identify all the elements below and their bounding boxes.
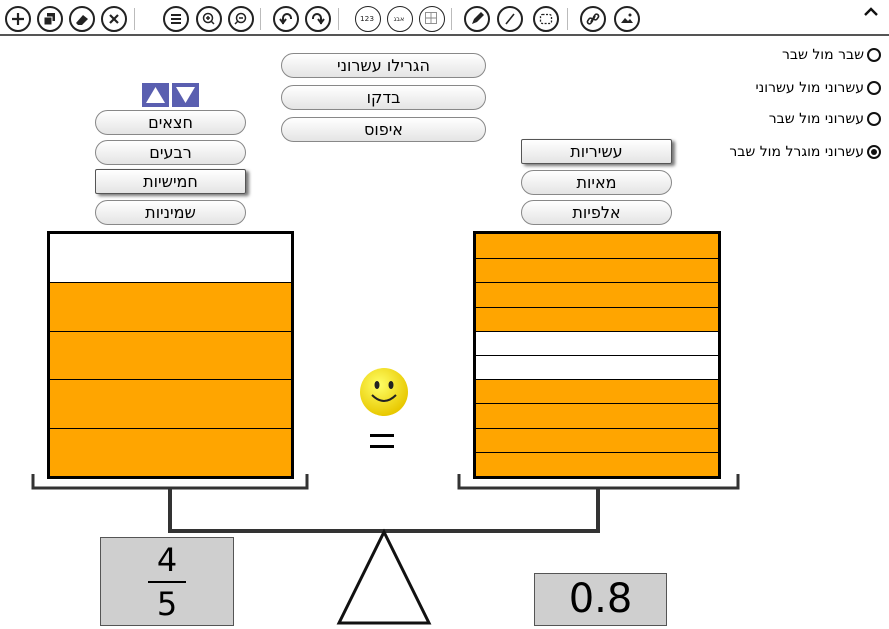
check-button[interactable]: בדקו: [281, 85, 486, 110]
line-icon[interactable]: [497, 6, 523, 32]
filled-part[interactable]: [50, 379, 291, 428]
letters-icon[interactable]: אבג: [387, 6, 413, 32]
toolbar-separator: [134, 8, 135, 30]
filled-part[interactable]: [476, 234, 718, 259]
layers-icon[interactable]: [37, 6, 63, 32]
filled-part[interactable]: [476, 451, 718, 476]
toolbar-separator: [338, 8, 339, 30]
arrow-up-icon[interactable]: [142, 83, 169, 107]
zoom-in-icon[interactable]: [196, 6, 222, 32]
filled-part[interactable]: [50, 282, 291, 331]
letters-label: אבג: [394, 15, 405, 23]
radio-icon[interactable]: [867, 112, 881, 126]
fraction-readout: 4 5: [100, 537, 234, 626]
empty-part[interactable]: [476, 355, 718, 379]
right-decimal-container[interactable]: [473, 231, 721, 479]
filled-part[interactable]: [476, 282, 718, 307]
mode-option-decimal-vs-decimal[interactable]: עשרוני מול עשרוני: [756, 79, 881, 97]
radio-icon[interactable]: [867, 81, 881, 95]
left-unit-fifths[interactable]: חמישיות: [95, 169, 246, 194]
left-unit-quarters[interactable]: רבעים: [95, 140, 246, 165]
toolbar: 123 אבג: [0, 0, 889, 36]
randomize-decimal-button[interactable]: הגרילו עשרוני: [281, 53, 486, 78]
image-icon[interactable]: [614, 6, 640, 32]
toolbar-separator: [451, 8, 452, 30]
mode-label: שבר מול שבר: [781, 47, 864, 63]
left-unit-eighths[interactable]: שמיניות: [95, 200, 246, 225]
grid-icon[interactable]: [419, 6, 445, 32]
mode-label: עשרוני מול עשרוני: [755, 80, 864, 96]
close-icon[interactable]: [101, 6, 127, 32]
filled-part[interactable]: [476, 258, 718, 283]
mode-label: עשרוני מול שבר: [768, 111, 864, 127]
filled-part[interactable]: [476, 379, 718, 404]
mode-option-fraction-vs-fraction[interactable]: שבר מול שבר: [782, 46, 881, 64]
numbers-icon[interactable]: 123: [355, 6, 381, 32]
smiley-icon: [358, 366, 410, 418]
fraction-denominator: 5: [156, 585, 178, 623]
filled-part[interactable]: [476, 403, 718, 428]
arrow-down-icon[interactable]: [172, 83, 199, 107]
right-unit-tenths[interactable]: עשיריות: [521, 139, 672, 164]
mode-label: עשרוני מוגרל מול שבר: [729, 144, 864, 160]
empty-part[interactable]: [50, 234, 291, 282]
fraction-bar: [148, 581, 186, 583]
undo-icon[interactable]: [273, 6, 299, 32]
fraction-numerator: 4: [156, 541, 178, 579]
reset-button[interactable]: איפוס: [281, 117, 486, 142]
filled-part[interactable]: [476, 306, 718, 331]
zoom-out-icon[interactable]: [228, 6, 254, 32]
pencil-icon[interactable]: [464, 6, 490, 32]
decimal-readout: 0.8: [534, 573, 667, 626]
eraser-icon[interactable]: [69, 6, 95, 32]
filled-part[interactable]: [476, 427, 718, 452]
collapse-toolbar-icon[interactable]: [861, 3, 881, 21]
right-unit-thousandths[interactable]: אלפיות: [521, 200, 672, 225]
add-icon[interactable]: [5, 6, 31, 32]
radio-icon[interactable]: [867, 48, 881, 62]
left-fraction-container[interactable]: [47, 231, 294, 479]
menu-icon[interactable]: [163, 6, 189, 32]
toolbar-separator: [567, 8, 568, 30]
numbers-label: 123: [360, 14, 374, 23]
filled-part[interactable]: [50, 330, 291, 380]
mode-option-random-decimal-vs-fraction[interactable]: עשרוני מוגרל מול שבר: [729, 143, 881, 161]
selection-icon[interactable]: [533, 6, 559, 32]
empty-part[interactable]: [476, 330, 718, 355]
filled-part[interactable]: [50, 427, 291, 476]
equals-sign: [370, 429, 398, 453]
toolbar-separator: [260, 8, 261, 30]
mode-option-decimal-vs-fraction[interactable]: עשרוני מול שבר: [769, 110, 881, 128]
link-icon[interactable]: [580, 6, 606, 32]
left-unit-halves[interactable]: חצאים: [95, 110, 246, 135]
right-unit-hundredths[interactable]: מאיות: [521, 170, 672, 195]
redo-icon[interactable]: [305, 6, 331, 32]
unit-arrows: [142, 83, 200, 107]
radio-selected-icon[interactable]: [867, 145, 881, 159]
